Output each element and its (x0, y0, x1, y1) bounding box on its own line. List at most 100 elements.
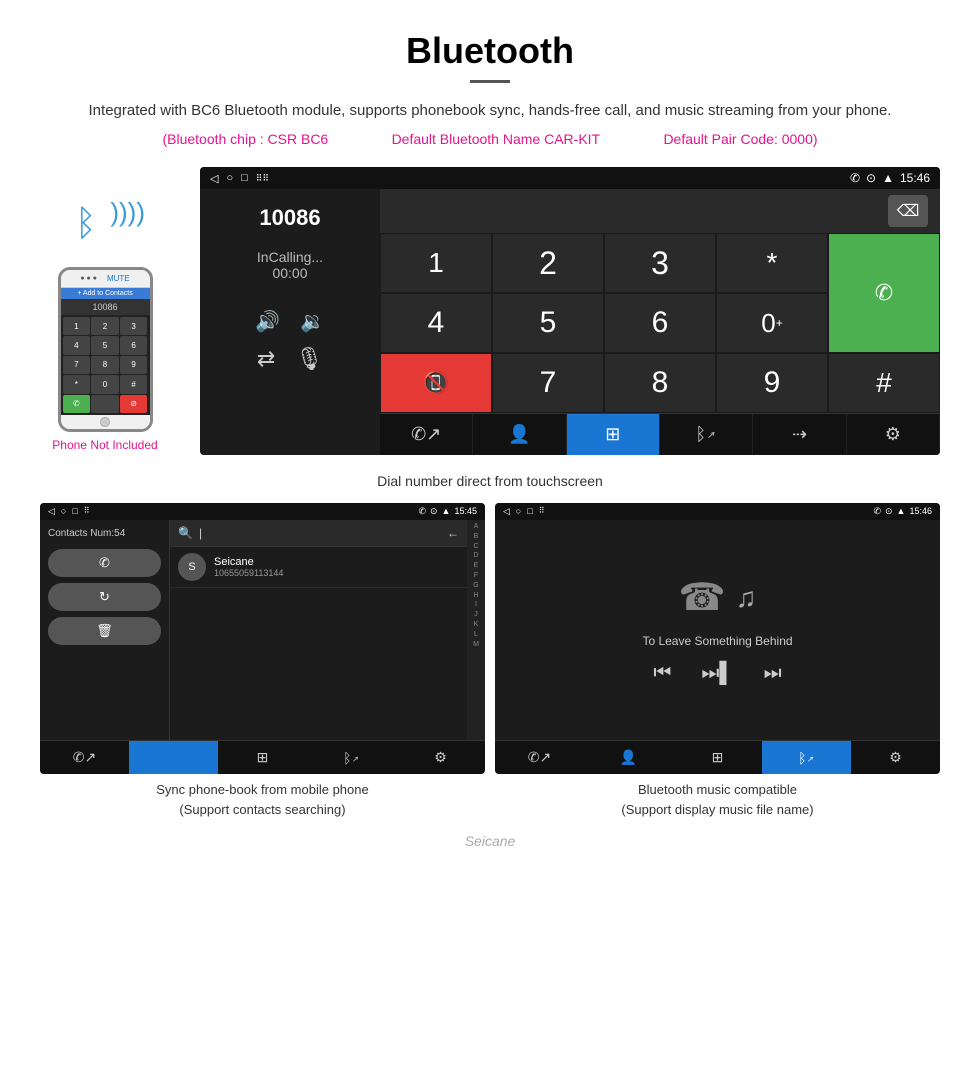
music-notif-icon: ⠿ (539, 506, 545, 517)
contacts-back-icon: ◁ (48, 506, 55, 517)
dial-bottom-transfer[interactable]: ⇢ (753, 414, 846, 455)
music-bb-phone[interactable]: ✆↗ (495, 741, 584, 774)
prev-track-button[interactable]: ⏮ (653, 662, 671, 685)
phone-dial-area: 1 2 3 4 5 6 7 8 9 * 0 # ✆ ⊘ (61, 315, 150, 415)
phone-aside: ᛒ )))) ● ● ● MUTE + Add to Contacts 1008… (40, 167, 170, 452)
alpha-l: L (467, 630, 485, 640)
key-6[interactable]: 6 (604, 293, 716, 353)
call-red-button[interactable]: 📵 (380, 353, 492, 413)
contacts-home-icon: ○ (61, 506, 66, 517)
wifi-icon: ▲ (882, 171, 894, 185)
phone-key-7: 7 (63, 356, 91, 374)
next-track-button[interactable]: ⏭ (764, 662, 782, 685)
contacts-bottom-bar: ✆↗ 👤 ⊞ ᛒ↗ ⚙ (40, 740, 485, 774)
music-bb-keypad[interactable]: ⊞ (673, 741, 762, 774)
vol-down-icon[interactable]: 🔉 (300, 309, 325, 334)
bt-pair: Default Pair Code: 0000) (663, 131, 817, 147)
contacts-screen: ◁ ○ □ ⠿ ✆ ⊙ ▲ 15:45 Contacts Num:54 ✆ ↻ … (40, 503, 485, 774)
time-display: 15:46 (900, 171, 930, 185)
keypad-bottom-bar: ✆↗ 👤 ⊞ ᛒ↗ ⇢ ⚙ (380, 413, 940, 455)
contact-phone: 10655059113144 (214, 568, 283, 578)
phone-call-btn: ✆ (63, 395, 91, 413)
phone-key-hash: # (120, 375, 148, 393)
alpha-f: F (467, 571, 485, 581)
contact-delete-btn[interactable]: 🗑 (48, 617, 161, 645)
contacts-status-bar: ◁ ○ □ ⠿ ✆ ⊙ ▲ 15:45 (40, 503, 485, 520)
phone-key-0: 0 (91, 375, 119, 393)
music-bb-contacts[interactable]: 👤 (584, 741, 673, 774)
dial-bottom-bt[interactable]: ᛒ↗ (660, 414, 753, 455)
contact-avatar: S (178, 553, 206, 581)
transfer-icon[interactable]: ⇄ (257, 346, 275, 372)
music-bb-bt[interactable]: ᛒ↗ (762, 741, 851, 774)
dial-caption: Dial number direct from touchscreen (0, 473, 980, 489)
contacts-bb-settings[interactable]: ⚙ (396, 741, 485, 774)
music-icon-area: ☎ ♫ (678, 575, 756, 620)
contact-call-btn[interactable]: ✆ (48, 549, 161, 577)
alpha-d: D (467, 551, 485, 561)
phone-label: Phone Not Included (52, 438, 157, 452)
vol-up-icon[interactable]: 🔊 (255, 309, 280, 334)
dial-content: 10086 InCalling... 00:00 🔊 🔉 ⇄ 🎙 (200, 189, 940, 455)
contact-name: Seicane (214, 556, 283, 568)
key-5[interactable]: 5 (492, 293, 604, 353)
page-header: Bluetooth Integrated with BC6 Bluetooth … (0, 0, 980, 157)
phone-space1 (91, 395, 119, 413)
location-icon: ⊙ (866, 171, 876, 185)
key-8[interactable]: 8 (604, 353, 716, 413)
keypad-grid: 1 2 3 * ✆ 4 5 6 0+ 📵 7 8 9 # (380, 233, 940, 413)
contacts-bb-phone[interactable]: ✆↗ (40, 741, 129, 774)
music-bb-settings[interactable]: ⚙ (851, 741, 940, 774)
contacts-bb-bt[interactable]: ᛒ↗ (307, 741, 396, 774)
alpha-i: I (467, 600, 485, 610)
key-2[interactable]: 2 (492, 233, 604, 293)
music-caption: Bluetooth music compatible(Support displ… (495, 780, 940, 819)
music-time: 15:46 (909, 506, 932, 517)
key-0plus[interactable]: 0+ (716, 293, 828, 353)
key-1[interactable]: 1 (380, 233, 492, 293)
music-layout: ☎ ♫ To Leave Something Behind ⏮ ⏭▌ ⏭ (495, 520, 940, 740)
phone-screen: + Add to Contacts 10086 1 2 3 4 5 6 7 8 … (61, 288, 150, 415)
key-hash[interactable]: # (828, 353, 940, 413)
backspace-button[interactable]: ⌫ (888, 195, 928, 227)
contacts-sidebar: Contacts Num:54 ✆ ↻ 🗑 (40, 520, 170, 740)
key-3[interactable]: 3 (604, 233, 716, 293)
watermark: Seicane (0, 829, 980, 859)
music-track-title: To Leave Something Behind (642, 634, 792, 648)
key-4[interactable]: 4 (380, 293, 492, 353)
signal-waves-icon: )))) (110, 197, 145, 228)
dial-bottom-settings[interactable]: ⚙ (847, 414, 940, 455)
contact-row[interactable]: S Seicane 10655059113144 (170, 547, 467, 588)
dial-bottom-contacts[interactable]: 👤 (473, 414, 566, 455)
contacts-main: 🔍 | ← S Seicane 10655059113144 A (170, 520, 485, 740)
dial-info-panel: 10086 InCalling... 00:00 🔊 🔉 ⇄ 🎙 (200, 189, 380, 455)
contacts-alpha-list: A B C D E F G H I J K L M (467, 520, 485, 740)
search-back-icon: ← (447, 526, 459, 540)
dial-timer: 00:00 (216, 265, 364, 281)
call-status-icon: ✆ (850, 171, 860, 185)
key-star[interactable]: * (716, 233, 828, 293)
call-green-button[interactable]: ✆ (828, 233, 940, 353)
alpha-g: G (467, 581, 485, 591)
dial-number: 10086 (216, 205, 364, 231)
alpha-c: C (467, 542, 485, 552)
mic-icon[interactable]: 🎙 (295, 346, 323, 372)
key-9[interactable]: 9 (716, 353, 828, 413)
search-icon: 🔍 (178, 526, 193, 540)
contact-sync-btn[interactable]: ↻ (48, 583, 161, 611)
status-left: ◁ ○ □ ⠿⠿ (210, 172, 269, 185)
key-7[interactable]: 7 (492, 353, 604, 413)
phone-mockup: ● ● ● MUTE + Add to Contacts 10086 1 2 3… (58, 267, 153, 432)
dial-bottom-keypad[interactable]: ⊞ (567, 414, 660, 455)
play-pause-button[interactable]: ⏭▌ (701, 662, 733, 685)
contacts-list: 🔍 | ← S Seicane 10655059113144 (170, 520, 467, 740)
android-dial-screen: ◁ ○ □ ⠿⠿ ✆ ⊙ ▲ 15:46 10086 InCalling... … (200, 167, 940, 455)
music-call-icon: ✆ (873, 506, 881, 517)
phone-key-9: 9 (120, 356, 148, 374)
dial-bottom-phone[interactable]: ✆↗ (380, 414, 473, 455)
contacts-bb-contacts[interactable]: 👤 (129, 741, 218, 774)
contacts-bb-keypad[interactable]: ⊞ (218, 741, 307, 774)
music-bottom-bar: ✆↗ 👤 ⊞ ᛒ↗ ⚙ (495, 740, 940, 774)
keypad-backspace-area: ⌫ (380, 189, 940, 233)
phone-bottom-bar (61, 415, 150, 429)
